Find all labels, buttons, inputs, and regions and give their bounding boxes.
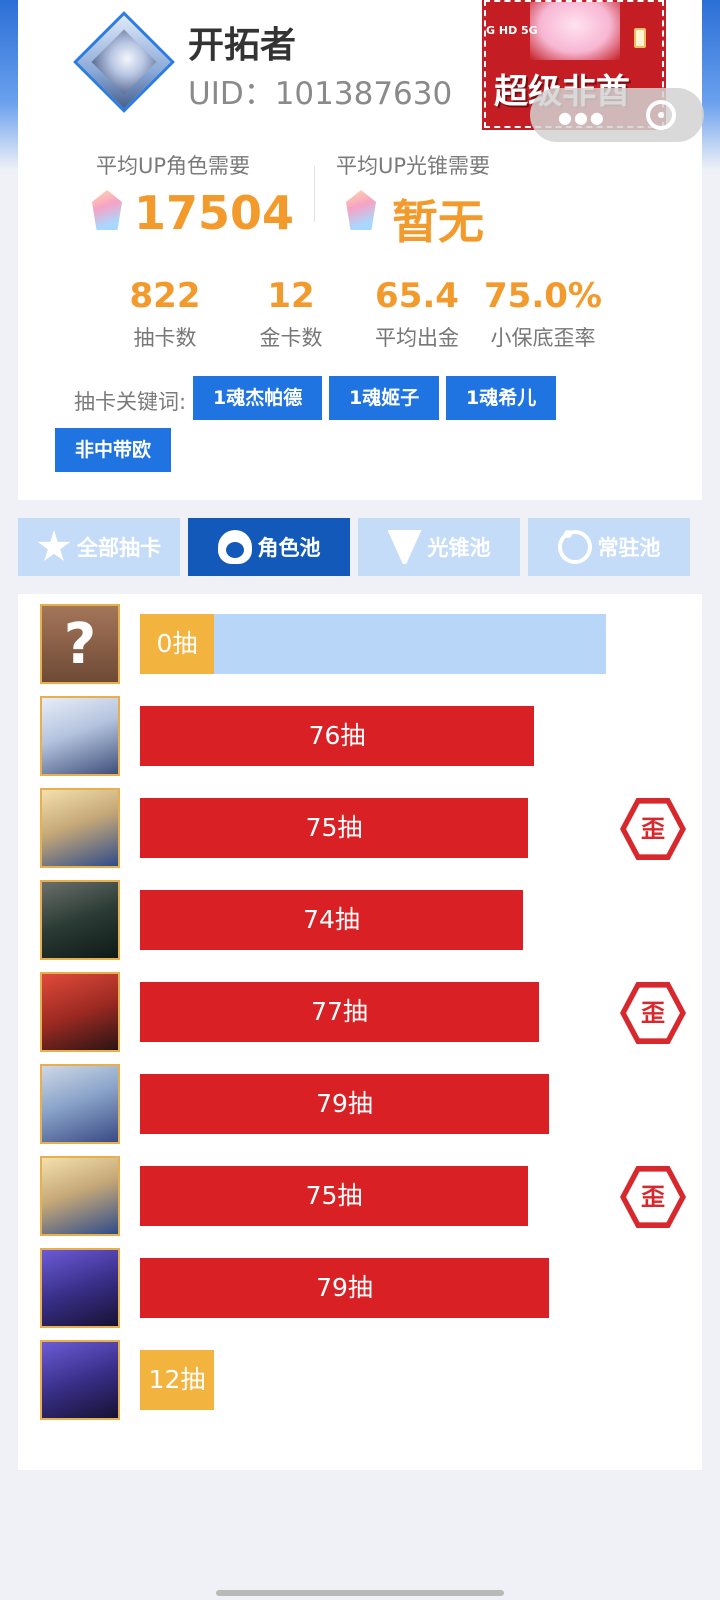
close-circle-icon[interactable]: [646, 100, 676, 130]
battery-icon: [634, 28, 646, 48]
character-icon: [217, 530, 252, 564]
keyword-tag[interactable]: 非中带欧: [55, 428, 172, 472]
avatar-image: [91, 29, 157, 95]
tab-label: 角色池: [257, 536, 321, 560]
keyword-tag[interactable]: 1魂姬子: [329, 376, 440, 420]
tab-character-pool[interactable]: 角色池: [188, 518, 350, 576]
pity-bar: 75抽: [140, 798, 528, 858]
ring-icon: [557, 530, 592, 564]
lost-5050-badge-text: 歪: [626, 1171, 680, 1223]
pull-row: 76抽: [18, 696, 702, 776]
lost-5050-badge: 歪: [620, 797, 686, 861]
stellar-jade-icon: [346, 190, 376, 230]
star-icon: [37, 530, 71, 561]
stat-avg-gold-label: 平均出金: [375, 326, 459, 350]
character-portrait: [40, 696, 120, 776]
lost-5050-badge-text: 歪: [626, 987, 680, 1039]
pull-row: 79抽: [18, 1248, 702, 1328]
character-portrait: [40, 972, 120, 1052]
stellar-jade-icon: [92, 190, 122, 230]
divider: [314, 166, 315, 222]
character-portrait: [40, 1064, 120, 1144]
keywords-label: 抽卡关键词:: [74, 390, 187, 414]
player-uid: UID：101387630: [188, 76, 453, 112]
unknown-character-icon: ?: [40, 604, 120, 684]
lost-5050-badge: 歪: [620, 981, 686, 1045]
character-portrait: [40, 880, 120, 960]
pull-row: 74抽: [18, 880, 702, 960]
tab-standard-pool[interactable]: 常驻池: [528, 518, 690, 576]
keyword-tag[interactable]: 1魂希儿: [446, 376, 557, 420]
pity-bar: 12抽: [140, 1350, 214, 1410]
pity-bar: 79抽: [140, 1074, 549, 1134]
pity-bar: 74抽: [140, 890, 523, 950]
avg-cone-label: 平均UP光锥需要: [336, 154, 491, 178]
stat-avg-gold: 65.4: [375, 276, 459, 316]
stat-lose-rate-label: 小保底歪率: [490, 326, 596, 350]
pull-history-list: ? 0抽 76抽 75抽歪 74抽 77抽歪 79抽 75抽歪 79抽 12抽: [18, 594, 702, 1470]
pity-bar: 75抽: [140, 1166, 528, 1226]
tab-label: 全部抽卡: [77, 536, 161, 560]
stat-lose-rate: 75.0%: [484, 276, 602, 316]
pity-bar: 77抽: [140, 982, 539, 1042]
status-bar-network: G HD 5G: [486, 24, 538, 37]
pity-bar: 76抽: [140, 706, 534, 766]
tab-label: 常驻池: [597, 536, 661, 560]
lost-5050-badge-text: 歪: [626, 803, 680, 855]
player-name: 开拓者: [188, 25, 297, 66]
chibi-character-image: [530, 2, 620, 60]
mini-program-capsule: ●●●: [530, 88, 704, 142]
avg-char-value: 17504: [134, 186, 295, 240]
pull-row: 79抽: [18, 1064, 702, 1144]
tab-label: 光锥池: [427, 536, 491, 560]
stat-gold-count-label: 金卡数: [259, 326, 323, 350]
pull-row: 75抽 歪: [18, 1156, 702, 1236]
stat-total-pulls: 822: [129, 276, 201, 316]
player-avatar[interactable]: [73, 11, 175, 113]
pull-row: 75抽 歪: [18, 788, 702, 868]
pity-bar: 79抽: [140, 1258, 549, 1318]
avg-cone-value: 暂无: [392, 195, 484, 249]
keyword-tag[interactable]: 1魂杰帕德: [193, 376, 323, 420]
pity-bar: 0抽: [140, 614, 214, 674]
character-portrait: [40, 1340, 120, 1420]
character-portrait: [40, 788, 120, 868]
light-cone-icon: [387, 530, 422, 564]
tab-all-pulls[interactable]: 全部抽卡: [18, 518, 180, 576]
pull-row: 77抽 歪: [18, 972, 702, 1052]
avg-char-label: 平均UP角色需要: [96, 154, 251, 178]
more-dots-icon[interactable]: ●●●: [558, 108, 606, 127]
stat-total-pulls-label: 抽卡数: [133, 326, 197, 350]
home-indicator: [216, 1590, 504, 1596]
character-portrait: [40, 1248, 120, 1328]
pull-row: ? 0抽: [18, 604, 702, 684]
character-portrait: [40, 1156, 120, 1236]
tab-light-cone-pool[interactable]: 光锥池: [358, 518, 520, 576]
pull-row: 12抽: [18, 1340, 702, 1420]
lost-5050-badge: 歪: [620, 1165, 686, 1229]
stat-gold-count: 12: [267, 276, 315, 316]
